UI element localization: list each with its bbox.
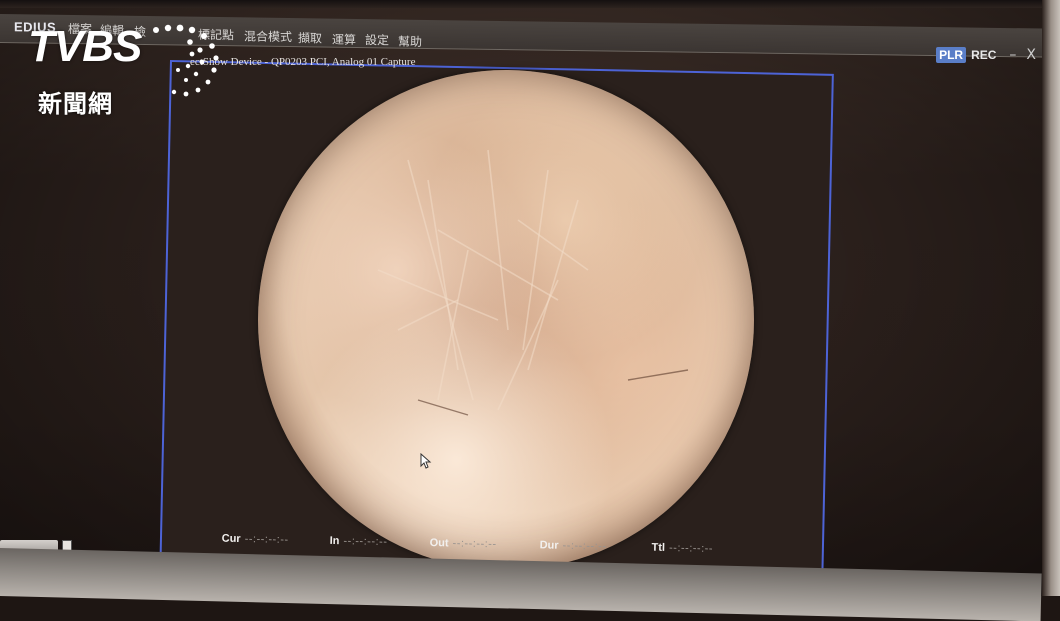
plr-rec-switch: PLR REC – X [936,46,1036,64]
mouse-pointer-icon [420,453,432,469]
dot-pattern-icon [153,24,219,97]
rec-button[interactable]: REC [968,47,999,63]
timecode-in: In --:--:--:-- [329,534,388,549]
close-button[interactable]: X [1026,47,1036,63]
monitor-bezel-top [0,0,1060,8]
monitor-bezel-right [1042,0,1060,596]
menu-capture[interactable]: 擷取 [298,29,322,46]
tvbs-logo-word: TVBS [28,22,142,71]
timecode-cur: Cur --:--:--:-- [221,532,289,547]
timecode-dur: Dur --:--:--:-- [539,539,607,553]
menu-render[interactable]: 運算 [332,31,356,48]
minimize-button[interactable]: – [1009,47,1016,63]
tvbs-watermark-logo: TVBS 新聞網 [28,22,219,118]
menu-help[interactable]: 幫助 [398,33,422,50]
timecode-out: Out --:--:--:-- [429,537,497,551]
tvbs-logo-subtitle: 新聞網 [38,90,113,118]
plr-button[interactable]: PLR [936,47,967,63]
timecode-ttl: Ttl --:--:--:-- [651,541,714,555]
menu-settings[interactable]: 設定 [365,31,389,48]
hair-texture [377,149,689,416]
menu-blend-mode[interactable]: 混合模式 [244,27,292,45]
